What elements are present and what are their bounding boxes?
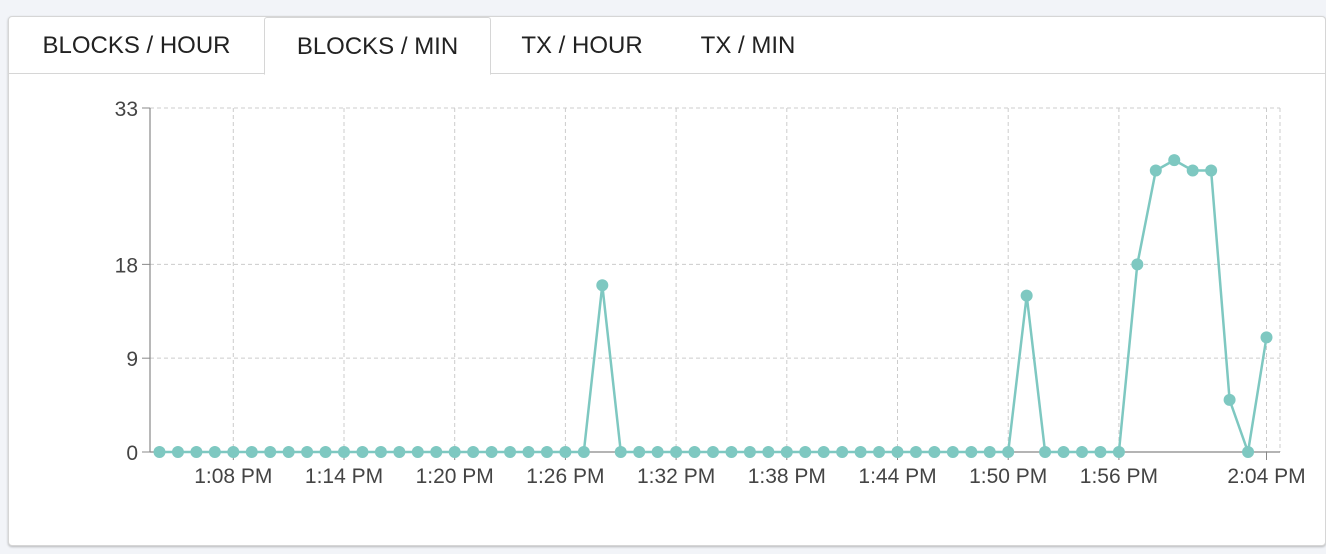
data-point <box>1057 446 1070 458</box>
data-point <box>1242 446 1255 458</box>
data-point <box>559 446 572 458</box>
data-point <box>836 446 849 458</box>
x-tick-label: 1:44 PM <box>858 465 936 488</box>
data-point <box>245 446 258 458</box>
y-tick-label: 9 <box>126 348 138 371</box>
data-point <box>1205 164 1218 177</box>
data-point <box>688 446 701 458</box>
data-point <box>338 446 350 458</box>
data-point <box>762 446 775 458</box>
data-point <box>707 446 719 458</box>
data-point <box>319 446 332 458</box>
data-point <box>153 446 166 458</box>
data-point <box>1149 164 1162 177</box>
data-point <box>190 446 203 458</box>
data-point <box>301 446 314 458</box>
data-point <box>1260 331 1273 344</box>
data-point <box>448 446 461 458</box>
data-point <box>928 446 941 458</box>
data-point <box>282 446 295 458</box>
data-point <box>1039 446 1052 458</box>
data-point <box>965 446 978 458</box>
data-point <box>171 446 184 458</box>
series-line <box>159 158 1268 454</box>
x-tick-label: 1:26 PM <box>526 465 604 488</box>
x-tick-label: 1:14 PM <box>305 465 383 488</box>
data-point <box>356 446 369 458</box>
data-point <box>614 446 627 458</box>
data-point <box>522 446 535 458</box>
data-point <box>467 446 480 458</box>
data-point <box>577 446 590 458</box>
y-tick-label: 0 <box>126 442 138 465</box>
data-point <box>393 446 406 458</box>
blocks-per-min-line-chart: 0 9 18 33 1:08 PM 1:14 PM 1:20 PM 1:26 PM 1:32 P… <box>115 98 1306 488</box>
x-tick-label: 1:32 PM <box>637 465 715 488</box>
data-point <box>411 446 424 458</box>
data-point <box>743 446 756 458</box>
data-point <box>1020 289 1033 302</box>
data-point <box>374 446 387 458</box>
x-tick-label: 2:04 PM <box>1227 465 1305 488</box>
data-point <box>909 446 922 458</box>
data-point <box>633 446 646 458</box>
data-point <box>1168 154 1181 167</box>
x-tick-label: 1:08 PM <box>194 465 272 488</box>
data-point <box>1002 446 1015 458</box>
data-point <box>227 446 240 458</box>
x-tick-label: 1:20 PM <box>416 465 494 488</box>
data-point <box>596 279 609 292</box>
data-point <box>780 446 793 458</box>
data-point <box>946 446 959 458</box>
data-point <box>1112 446 1125 458</box>
data-point <box>208 446 221 458</box>
data-point <box>485 446 498 458</box>
data-point <box>1186 164 1199 177</box>
y-tick-label: 18 <box>115 254 138 277</box>
x-tick-label: 1:38 PM <box>748 465 826 488</box>
data-point <box>873 446 886 458</box>
data-point <box>854 446 867 458</box>
data-point <box>651 446 664 458</box>
data-point <box>1076 446 1088 458</box>
data-point <box>540 446 553 458</box>
data-point <box>983 446 996 458</box>
data-point <box>817 446 830 458</box>
data-point <box>891 446 904 458</box>
data-point <box>1094 446 1107 458</box>
data-point <box>1223 393 1236 406</box>
data-point <box>1131 258 1144 271</box>
x-tick-label: 1:50 PM <box>969 465 1047 488</box>
x-tick-label: 1:56 PM <box>1080 465 1158 488</box>
data-point <box>725 446 738 458</box>
data-point <box>430 446 443 458</box>
y-tick-label: 33 <box>115 98 138 121</box>
data-point <box>670 446 683 458</box>
data-point <box>799 446 812 458</box>
data-point <box>504 446 517 458</box>
data-point <box>264 446 277 458</box>
